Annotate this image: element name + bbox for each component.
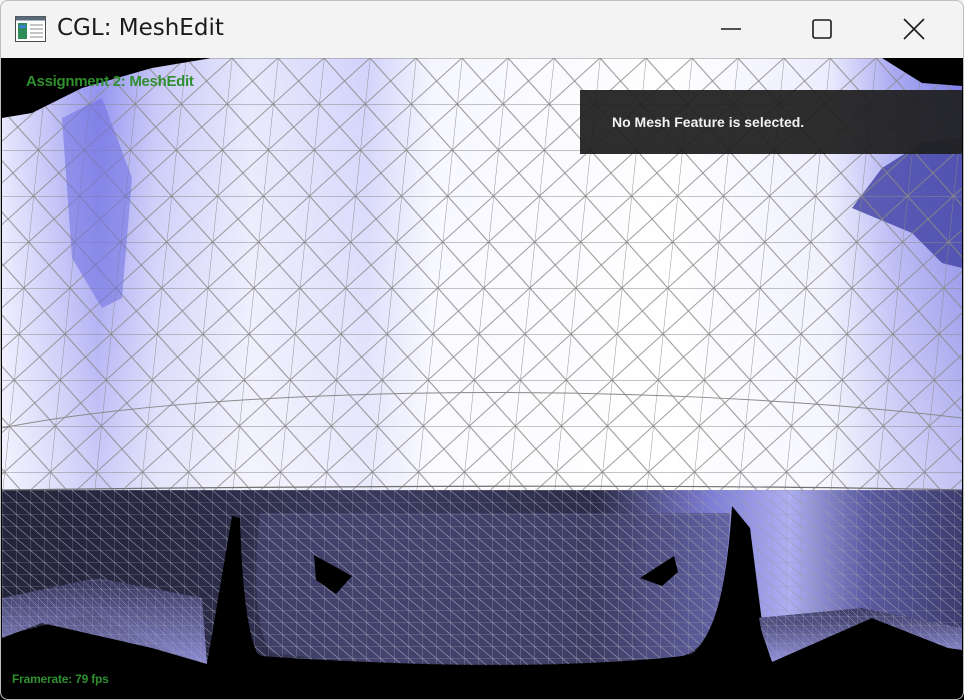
selection-info-panel: No Mesh Feature is selected. — [580, 90, 962, 154]
app-window: CGL: MeshEdit Assignment 2: MeshEdit No … — [0, 0, 964, 700]
close-button[interactable] — [868, 0, 960, 58]
maximize-icon — [812, 19, 832, 39]
title-bar[interactable]: CGL: MeshEdit — [0, 0, 964, 58]
minimize-button[interactable] — [685, 0, 777, 58]
app-window-icon — [15, 16, 46, 42]
window-title: CGL: MeshEdit — [57, 15, 224, 41]
minimize-icon — [721, 19, 741, 39]
framerate-readout: Framerate: 79 fps — [12, 672, 109, 686]
close-icon — [903, 18, 925, 40]
mesh-render — [2, 58, 962, 666]
maximize-button[interactable] — [776, 0, 868, 58]
mesh-viewport[interactable]: Assignment 2: MeshEdit No Mesh Feature i… — [2, 58, 962, 698]
selection-status-text: No Mesh Feature is selected. — [612, 114, 805, 130]
assignment-title: Assignment 2: MeshEdit — [26, 73, 194, 90]
mesh-underside — [2, 490, 962, 666]
